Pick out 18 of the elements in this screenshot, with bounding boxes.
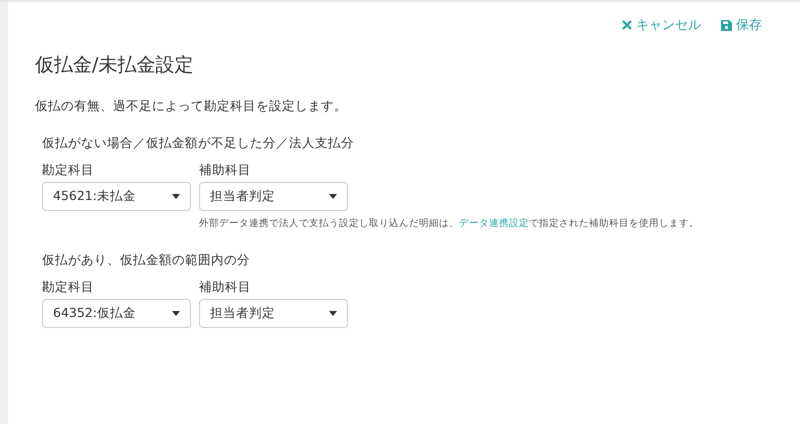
caret-icon bbox=[329, 194, 337, 199]
caret-icon bbox=[172, 194, 180, 199]
section-heading: 仮払がない場合／仮払金額が不足した分／法人支払分 bbox=[42, 135, 355, 152]
caret-icon bbox=[172, 311, 180, 316]
field-label: 補助科目 bbox=[199, 162, 252, 179]
section-heading: 仮払があり、仮払金額の範囲内の分 bbox=[42, 252, 251, 269]
field-label: 補助科目 bbox=[199, 279, 252, 296]
note-text: 外部データ連携で法人で支払う設定し取り込んだ明細は、データ連携設定で指定された補助科目を使用します。 bbox=[199, 217, 700, 230]
select-dropdown[interactable]: 45621:未払金 bbox=[42, 182, 191, 211]
description-text: 仮払の有無、過不足によって勘定科目を設定します。 bbox=[35, 98, 348, 115]
close-icon bbox=[622, 20, 632, 30]
page-title: 仮払金/未払金設定 bbox=[35, 53, 194, 78]
select-dropdown[interactable]: 担当者判定 bbox=[199, 299, 348, 328]
field-label: 勘定科目 bbox=[42, 162, 95, 179]
field-label: 勘定科目 bbox=[42, 279, 95, 296]
select-dropdown[interactable]: 担当者判定 bbox=[199, 182, 348, 211]
select-dropdown[interactable]: 64352:仮払金 bbox=[42, 299, 191, 328]
caret-icon bbox=[329, 311, 337, 316]
